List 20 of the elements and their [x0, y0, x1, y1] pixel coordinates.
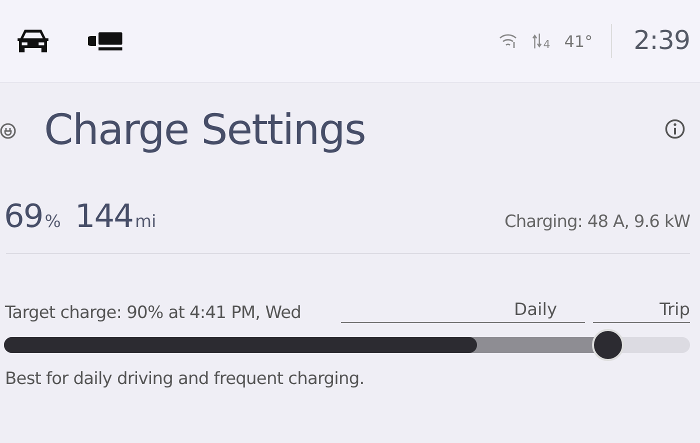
- percent-unit: %: [44, 212, 61, 232]
- wifi-icon: [498, 33, 518, 49]
- temperature: 41°: [564, 32, 593, 50]
- car-icon[interactable]: [15, 27, 51, 55]
- zone-label: Trip: [593, 300, 690, 323]
- zone-label: Daily: [341, 300, 586, 323]
- headlight-icon[interactable]: [88, 31, 124, 51]
- battery-percent: 69: [4, 197, 43, 235]
- clock-time: 2:39: [634, 26, 690, 56]
- description: Best for daily driving and frequent charging.: [5, 369, 366, 389]
- charge-icon: [0, 121, 18, 141]
- info-icon[interactable]: [664, 118, 686, 140]
- charging-status: Charging: 48 A, 9.6 kW: [504, 212, 690, 232]
- data-arrows-icon: [532, 32, 544, 50]
- range-unit: mi: [134, 212, 156, 232]
- page-title: Charge Settings: [44, 104, 366, 154]
- target-charge-label: Target charge: 90% at 4:41 PM, Wed: [5, 303, 302, 323]
- network-label: 4: [543, 39, 550, 50]
- slider-thumb[interactable]: [592, 329, 624, 361]
- range-value: 144: [74, 197, 133, 235]
